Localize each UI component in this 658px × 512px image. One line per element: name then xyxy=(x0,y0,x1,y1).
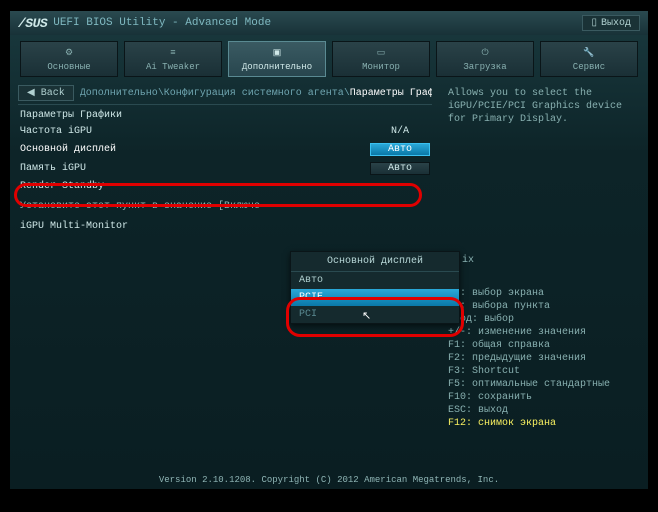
primary-display-dropdown: Основной дисплей Авто PCIE PCI xyxy=(290,251,460,324)
dropdown-option-auto[interactable]: Авто xyxy=(291,272,459,289)
setting-igpu-memory[interactable]: Память iGPU Авто xyxy=(18,159,432,178)
help-panel: Allows you to select the iGPU/PCIE/PCI G… xyxy=(440,81,640,491)
setting-label: Память iGPU xyxy=(20,163,86,174)
help-keys: ++: выбор экрана ↑↓: выбора пункта Ввод:… xyxy=(448,287,632,430)
setting-note: Установите этот пункт в значение [Включе xyxy=(18,195,432,218)
tuning-icon: ≡ xyxy=(125,46,221,60)
help-key-line: F10: сохранить xyxy=(448,391,632,404)
dropdown-option-pci[interactable]: PCI xyxy=(291,306,459,323)
setting-multi-monitor[interactable]: iGPU Multi-Monitor xyxy=(18,218,432,235)
setting-render-standby[interactable]: Render Standby xyxy=(18,178,432,195)
setting-primary-display[interactable]: Основной дисплей Авто xyxy=(18,140,432,159)
power-icon: ⏻ xyxy=(437,46,533,60)
help-key-line: +/-: изменение значения xyxy=(448,326,632,339)
monitor-icon: ▭ xyxy=(333,46,429,60)
dropdown-title: Основной дисплей xyxy=(291,252,459,272)
tab-monitor[interactable]: ▭ Монитор xyxy=(332,41,430,77)
tab-tool[interactable]: 🔧 Сервис xyxy=(540,41,638,77)
main-panel: ◀ Back Дополнительно\Конфигурация систем… xyxy=(10,81,440,491)
help-key-line: ESC: выход xyxy=(448,404,632,417)
setting-label: Частота iGPU xyxy=(20,126,92,137)
tab-label: Ai Tweaker xyxy=(125,62,221,72)
title-bar: /SUS UEFI BIOS Utility - Advanced Mode ▯… xyxy=(10,11,648,35)
tab-main[interactable]: ⚙ Основные xyxy=(20,41,118,77)
tab-label: Дополнительно xyxy=(229,62,325,72)
tab-label: Загрузка xyxy=(437,62,533,72)
exit-button[interactable]: ▯ Выход xyxy=(582,15,640,31)
setting-label: iGPU Multi-Monitor xyxy=(20,221,128,232)
tab-boot[interactable]: ⏻ Загрузка xyxy=(436,41,534,77)
door-icon: ▯ xyxy=(591,17,597,29)
exit-label: Выход xyxy=(601,18,631,29)
help-key-line: F5: оптимальные стандартные xyxy=(448,378,632,391)
tab-label: Монитор xyxy=(333,62,429,72)
help-key-line: ++: выбор экрана xyxy=(448,287,632,300)
arrow-left-icon: ◀ xyxy=(27,87,41,99)
tab-advanced[interactable]: ▣ Дополнительно xyxy=(228,41,326,77)
chip-icon: ▣ xyxy=(229,46,325,60)
truncated-text: ix xyxy=(462,255,474,266)
tab-tweaker[interactable]: ≡ Ai Tweaker xyxy=(124,41,222,77)
setting-label: Основной дисплей xyxy=(20,144,116,155)
brand-logo: /SUS xyxy=(18,16,47,31)
help-key-line: F1: общая справка xyxy=(448,339,632,352)
breadcrumb-seg: Конфигурация системного агента\ xyxy=(164,88,350,99)
setting-label: Render Standby xyxy=(20,181,104,192)
breadcrumb-active: Параметры Графики xyxy=(350,88,432,99)
gear-icon: ⚙ xyxy=(21,46,117,60)
help-key-line: Ввод: выбор xyxy=(448,313,632,326)
setting-value: N/A xyxy=(370,126,430,137)
wrench-icon: 🔧 xyxy=(541,46,637,60)
help-key-line: F2: предыдущие значения xyxy=(448,352,632,365)
setting-value-button[interactable]: Авто xyxy=(370,143,430,156)
help-key-line: ↑↓: выбора пункта xyxy=(448,300,632,313)
footer-version: Version 2.10.1208. Copyright (C) 2012 Am… xyxy=(10,475,648,485)
main-tabs: ⚙ Основные ≡ Ai Tweaker ▣ Дополнительно … xyxy=(10,35,648,81)
back-label: Back xyxy=(41,88,65,99)
help-key-f12: F12: снимок экрана xyxy=(448,417,632,430)
setting-value-button[interactable]: Авто xyxy=(370,162,430,175)
app-title: UEFI BIOS Utility - Advanced Mode xyxy=(53,17,271,29)
help-description: Allows you to select the iGPU/PCIE/PCI G… xyxy=(448,87,632,287)
section-title: Параметры Графики xyxy=(18,108,432,123)
tab-label: Сервис xyxy=(541,62,637,72)
setting-igpu-frequency[interactable]: Частота iGPU N/A xyxy=(18,123,432,140)
breadcrumb-seg: Дополнительно\ xyxy=(80,88,164,99)
dropdown-option-pcie[interactable]: PCIE xyxy=(291,289,459,306)
breadcrumb: Дополнительно\Конфигурация системного аг… xyxy=(80,88,432,99)
tab-label: Основные xyxy=(21,62,117,72)
back-button[interactable]: ◀ Back xyxy=(18,85,74,101)
help-key-line: F3: Shortcut xyxy=(448,365,632,378)
